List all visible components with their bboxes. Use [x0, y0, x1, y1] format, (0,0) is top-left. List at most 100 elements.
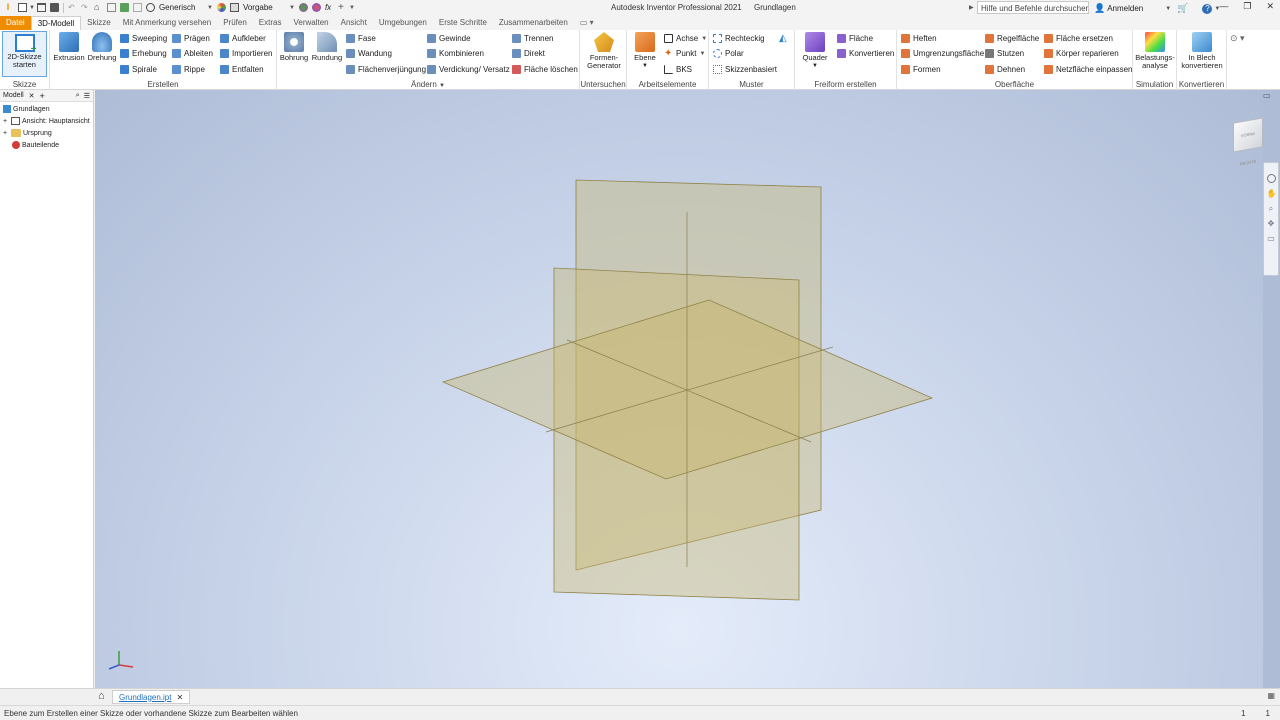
- tree-node-end-of-part[interactable]: Bauteilende: [12, 141, 59, 149]
- ruled-surface-button[interactable]: Regelfläche: [985, 34, 1039, 43]
- freeform-face-button[interactable]: Fläche: [837, 34, 873, 43]
- thread-button[interactable]: Gewinde: [427, 34, 471, 43]
- shape-generator-button[interactable]: Formen-Generator: [582, 32, 626, 70]
- fit-mesh-face-button[interactable]: Netzfläche einpassen: [1044, 65, 1133, 74]
- boundary-patch-button[interactable]: Umgrenzungsfläche: [901, 49, 984, 58]
- tab-collaborate[interactable]: Zusammenarbeiten: [493, 16, 574, 30]
- tab-file[interactable]: Datei: [0, 16, 31, 30]
- tab-environments[interactable]: Umgebungen: [373, 16, 433, 30]
- graphics-viewport[interactable]: VORNE RECHTS: [95, 90, 1263, 688]
- restore-icon[interactable]: ❐: [1243, 1, 1251, 12]
- plus-icon[interactable]: +: [338, 3, 347, 13]
- home-icon[interactable]: ⌂: [98, 690, 105, 702]
- open-folder-icon[interactable]: [36, 3, 46, 12]
- return-icon[interactable]: [132, 3, 142, 12]
- rib-button[interactable]: Rippe: [172, 65, 205, 74]
- ribbon-settings-icon[interactable]: ⊙ ▾: [1230, 33, 1245, 44]
- emboss-button[interactable]: Prägen: [172, 34, 210, 43]
- undo-icon[interactable]: ↶: [68, 3, 77, 12]
- tab-manage[interactable]: Verwalten: [287, 16, 334, 30]
- tab-get-started[interactable]: Erste Schritte: [433, 16, 493, 30]
- plane-button[interactable]: Ebene ▼: [631, 32, 659, 70]
- expand-icon[interactable]: +: [3, 130, 9, 137]
- tree-node-origin[interactable]: + Ursprung: [3, 129, 52, 137]
- shell-button[interactable]: Wandung: [346, 49, 392, 58]
- revolve-button[interactable]: Drehung: [86, 32, 118, 62]
- chevron-down-icon[interactable]: ▼: [29, 5, 35, 11]
- new-file-icon[interactable]: [18, 3, 27, 12]
- signin-button[interactable]: 👤 Anmelden ▼ 🛒 ? ▼: [1094, 3, 1220, 14]
- customize-toolbar-icon[interactable]: ▼: [349, 5, 355, 11]
- browser-tab-model[interactable]: Modell: [3, 92, 24, 99]
- box-freeform-button[interactable]: Quader ▼: [800, 32, 830, 70]
- search-icon[interactable]: ⌕: [76, 92, 80, 100]
- tab-sketch[interactable]: Skizze: [81, 16, 117, 30]
- save-icon[interactable]: [49, 3, 59, 12]
- appearance-select[interactable]: Vorgabe ▼: [241, 3, 297, 12]
- repair-bodies-button[interactable]: Körper reparieren: [1044, 49, 1119, 58]
- steering-wheel-icon[interactable]: [1266, 174, 1276, 183]
- split-button[interactable]: Trennen: [512, 34, 554, 43]
- minimize-icon[interactable]: —: [1219, 1, 1228, 12]
- sketch-driven-pattern-button[interactable]: Skizzenbasiert: [713, 65, 777, 74]
- axis-button[interactable]: Achse ▼: [664, 34, 707, 43]
- tab-tools[interactable]: Extras: [253, 16, 288, 30]
- cart-icon[interactable]: 🛒: [1177, 3, 1188, 14]
- material-select[interactable]: Generisch ▼: [157, 3, 215, 12]
- viewcube[interactable]: VORNE RECHTS: [1233, 117, 1263, 166]
- pan-icon[interactable]: ✋: [1267, 189, 1277, 198]
- close-icon[interactable]: ✕: [176, 693, 183, 702]
- unwrap-button[interactable]: Entfalten: [220, 65, 264, 74]
- freeform-convert-button[interactable]: Konvertieren: [837, 49, 894, 58]
- stress-analysis-button[interactable]: Belastungs-analyse: [1134, 32, 1176, 70]
- chamfer-button[interactable]: Fase: [346, 34, 376, 43]
- sculpt-button[interactable]: Formen: [901, 65, 941, 74]
- tab-inspect[interactable]: Prüfen: [217, 16, 253, 30]
- circular-pattern-button[interactable]: Polar: [713, 49, 744, 58]
- ribbon-options-icon[interactable]: ▭ ▾: [574, 16, 600, 30]
- close-icon[interactable]: ✕: [1266, 1, 1274, 12]
- rectangular-pattern-button[interactable]: Rechteckig: [713, 34, 765, 43]
- import-button[interactable]: Importieren: [220, 49, 272, 58]
- xz-plane[interactable]: [441, 299, 934, 480]
- start-2d-sketch-button[interactable]: + 2D-Skizze starten: [2, 31, 47, 77]
- help-search-input[interactable]: Hilfe und Befehle durchsuchen...: [977, 1, 1089, 14]
- inventor-logo-icon[interactable]: I: [2, 3, 14, 12]
- sweep-button[interactable]: Sweeping: [120, 34, 167, 43]
- draft-button[interactable]: Flächenverjüngung: [346, 65, 426, 74]
- tab-3d-model[interactable]: 3D-Modell: [30, 16, 82, 30]
- expand-icon[interactable]: +: [3, 118, 9, 125]
- tree-root[interactable]: Grundlagen: [3, 105, 50, 113]
- select-mode-icon[interactable]: [119, 3, 129, 12]
- tab-grid-icon[interactable]: ▦: [1267, 691, 1275, 700]
- loft-button[interactable]: Erhebung: [120, 49, 167, 58]
- viewport-maximize-icon[interactable]: ▭: [1263, 91, 1271, 100]
- hole-button[interactable]: Bohrung: [279, 32, 309, 62]
- trim-button[interactable]: Stutzen: [985, 49, 1024, 58]
- redo-icon[interactable]: ↷: [81, 3, 90, 12]
- origin-planes[interactable]: [95, 90, 1263, 688]
- decal-button[interactable]: Aufkleber: [220, 34, 266, 43]
- look-at-icon[interactable]: ▭: [1267, 234, 1276, 243]
- extrude-button[interactable]: Extrusion: [53, 32, 85, 62]
- replace-face-button[interactable]: Fläche ersetzen: [1044, 34, 1113, 43]
- document-tab-grundlagen[interactable]: Grundlagen.ipt ✕: [112, 690, 191, 704]
- orbit-icon[interactable]: ✥: [1267, 219, 1276, 228]
- combine-button[interactable]: Kombinieren: [427, 49, 484, 58]
- clear-appearance-icon[interactable]: [311, 3, 321, 12]
- convert-to-sheet-metal-button[interactable]: In Blech konvertieren: [1179, 32, 1225, 70]
- search-expand-icon[interactable]: ▶: [969, 4, 974, 11]
- derive-button[interactable]: Ableiten: [172, 49, 213, 58]
- point-button[interactable]: ✦ Punkt ▼: [664, 49, 705, 59]
- adjust-icon[interactable]: [298, 3, 308, 12]
- fx-parameters-icon[interactable]: fx: [325, 3, 334, 12]
- delete-face-button[interactable]: Fläche löschen: [512, 65, 578, 74]
- add-browser-tab-icon[interactable]: +: [40, 91, 45, 101]
- tab-annotate[interactable]: Mit Anmerkung versehen: [117, 16, 218, 30]
- zoom-icon[interactable]: ⌕: [1267, 204, 1276, 213]
- mirror-icon[interactable]: ◭: [779, 33, 787, 44]
- tab-view[interactable]: Ansicht: [335, 16, 373, 30]
- thicken-offset-button[interactable]: Verdickung/ Versatz: [427, 65, 510, 74]
- tree-node-view[interactable]: + Ansicht: Hauptansicht: [3, 117, 90, 125]
- extend-button[interactable]: Dehnen: [985, 65, 1025, 74]
